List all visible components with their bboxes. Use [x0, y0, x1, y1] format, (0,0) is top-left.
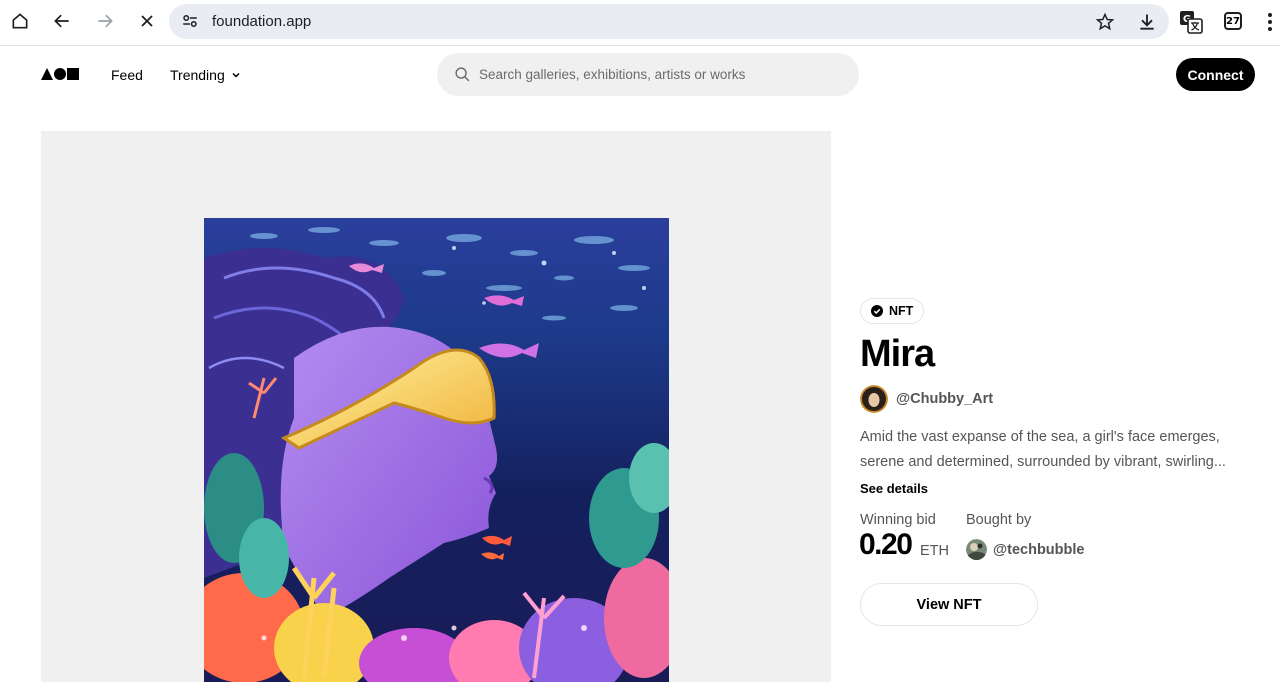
creator-avatar[interactable] [860, 385, 888, 413]
nft-badge: NFT [860, 298, 925, 324]
back-icon[interactable] [48, 7, 76, 35]
bought-by-label: Bought by [966, 512, 1032, 528]
buyer-username[interactable]: @techbubble [993, 542, 1084, 558]
connect-button[interactable]: Connect [1176, 58, 1255, 91]
buyer-avatar[interactable] [966, 539, 987, 560]
artwork-title: Mira [860, 333, 935, 375]
menu-dots-icon[interactable] [1267, 12, 1273, 32]
search-icon [455, 67, 470, 82]
artwork-panel [41, 131, 831, 682]
foundation-logo[interactable] [41, 68, 79, 80]
buyer-link[interactable]: @techbubble [966, 539, 1084, 560]
translate-icon[interactable]: G [1179, 10, 1203, 34]
artwork-description: Amid the vast expanse of the sea, a girl… [860, 429, 1226, 470]
search-input[interactable] [479, 62, 839, 86]
browser-toolbar: foundation.app G 27 [0, 0, 1280, 46]
home-icon[interactable] [6, 7, 34, 35]
winning-bid-unit: ETH [920, 543, 949, 559]
tab-count-icon[interactable]: 27 [1224, 12, 1242, 30]
download-icon[interactable] [1137, 12, 1157, 32]
see-details-link[interactable]: See details [860, 481, 928, 496]
verified-check-icon [871, 305, 883, 317]
nav-trending-label: Trending [170, 67, 225, 83]
site-settings-icon[interactable] [181, 12, 199, 30]
artwork-image[interactable] [204, 218, 669, 682]
winning-bid-label: Winning bid [860, 512, 936, 528]
forward-icon[interactable] [91, 7, 119, 35]
nft-badge-label: NFT [889, 304, 914, 318]
creator-link[interactable]: @Chubby_Art [860, 385, 993, 413]
creator-username[interactable]: @Chubby_Art [896, 391, 993, 407]
nav-feed-link[interactable]: Feed [111, 67, 143, 83]
chevron-down-icon [232, 72, 240, 78]
artwork-illustration [204, 218, 669, 682]
bookmark-star-icon[interactable] [1095, 12, 1115, 32]
url-text[interactable]: foundation.app [212, 13, 311, 30]
nav-trending-dropdown[interactable]: Trending [170, 67, 241, 83]
stop-loading-icon[interactable] [133, 7, 161, 35]
address-bar[interactable]: foundation.app [169, 4, 1169, 39]
winning-bid-amount: 0.20 [859, 528, 913, 561]
view-nft-button[interactable]: View NFT [860, 583, 1038, 626]
search-bar[interactable] [437, 53, 859, 96]
